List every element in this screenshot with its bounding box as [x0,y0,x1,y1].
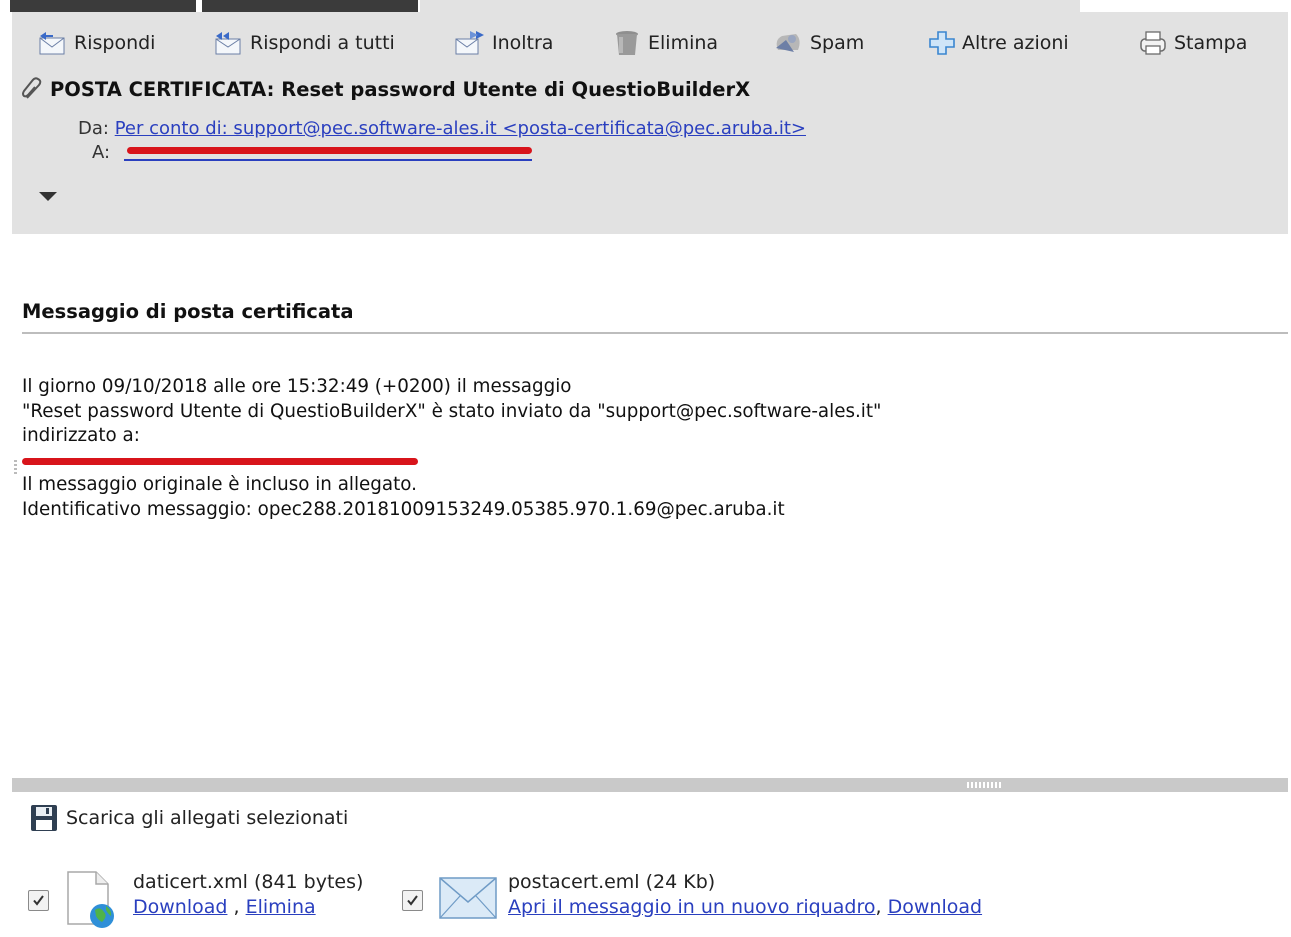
envelope-icon [439,877,497,919]
separator: , [233,896,240,918]
delete-button[interactable]: Elimina [612,30,718,56]
body-text: Il giorno 09/10/2018 alle ore 15:32:49 (… [22,375,881,522]
message-subject: POSTA CERTIFICATA: Reset password Utente… [20,76,750,102]
message-header: Rispondi Rispondi a tutti Inoltra Elimin… [12,12,1288,234]
pane-splitter[interactable] [12,778,1288,792]
body-line: "Reset password Utente di QuestioBuilder… [22,400,882,422]
attachments-panel: Scarica gli allegati selezionati daticer… [12,792,1288,937]
body-title: Messaggio di posta certificata [22,300,354,323]
reply-all-button[interactable]: Rispondi a tutti [212,30,395,56]
body-line: Il giorno 09/10/2018 alle ore 15:32:49 (… [22,376,572,397]
spam-icon [776,34,800,52]
spam-label: Spam [810,32,865,54]
tab-1[interactable] [10,0,196,12]
reply-all-icon [215,32,241,55]
attachment-2-open-link[interactable]: Apri il messaggio in un nuovo riquadro [508,896,876,918]
paperclip-icon [22,77,42,99]
to-row: A: [92,142,110,163]
reply-icon [39,32,65,55]
forward-button[interactable]: Inoltra [454,30,553,56]
address-redaction [22,457,418,465]
checkmark-icon [33,895,44,906]
checkmark-icon [407,895,418,906]
subject-text: POSTA CERTIFICATA: Reset password Utente… [50,77,751,101]
recipient-link-redacted[interactable] [124,159,532,161]
reply-all-label: Rispondi a tutti [250,32,395,54]
plus-icon [929,31,955,55]
forward-icon [455,31,484,55]
floppy-disk-icon [31,805,57,831]
body-line: Identificativo messaggio: opec288.201810… [22,498,785,520]
attachment-2-name: postacert.eml (24 Kb) [508,871,716,893]
message-toolbar: Rispondi Rispondi a tutti Inoltra Elimin… [12,12,1288,74]
message-body: Messaggio di posta certificata Il giorno… [12,234,1288,778]
expand-header-toggle[interactable] [39,192,57,201]
from-row: Da: Per conto di: support@pec.software-a… [78,118,806,139]
recipient-redaction [127,147,532,154]
tab-2[interactable] [202,0,418,12]
attachment-2-actions: Apri il messaggio in un nuovo riquadro, … [508,896,982,918]
body-line-redacted [22,449,881,474]
more-actions-label: Altre azioni [962,32,1069,54]
print-button[interactable]: Stampa [1138,30,1247,56]
body-divider [22,332,1288,334]
xml-file-icon [67,871,114,928]
attachment-2-checkbox[interactable] [402,890,423,911]
download-selected-button[interactable]: Scarica gli allegati selezionati [30,804,348,832]
splitter-handle[interactable] [967,782,1001,788]
attachment-1-checkbox[interactable] [28,890,49,911]
body-line: indirizzato a: [22,425,140,446]
separator: , [875,896,882,918]
attachment-2-download-link[interactable]: Download [888,896,982,918]
trash-icon [616,31,638,55]
reply-button[interactable]: Rispondi [38,30,155,56]
attachment-1-actions: Download , Elimina [133,896,316,918]
more-actions-button[interactable]: Altre azioni [928,30,1069,56]
from-label: Da: [78,118,109,139]
attachment-1-delete-link[interactable]: Elimina [246,896,316,918]
sender-link[interactable]: Per conto di: support@pec.software-ales.… [115,118,806,139]
reply-label: Rispondi [74,32,156,54]
spam-button[interactable]: Spam [772,30,864,56]
print-label: Stampa [1174,32,1248,54]
body-grip [14,460,17,474]
attachment-1-download-link[interactable]: Download [133,896,227,918]
delete-label: Elimina [648,32,719,54]
body-line: Il messaggio originale è incluso in alle… [22,474,417,495]
forward-label: Inoltra [492,32,554,54]
to-label: A: [92,142,111,163]
attachment-1-name: daticert.xml (841 bytes) [133,871,364,893]
printer-icon [1140,31,1166,55]
download-selected-label: Scarica gli allegati selezionati [66,807,349,829]
